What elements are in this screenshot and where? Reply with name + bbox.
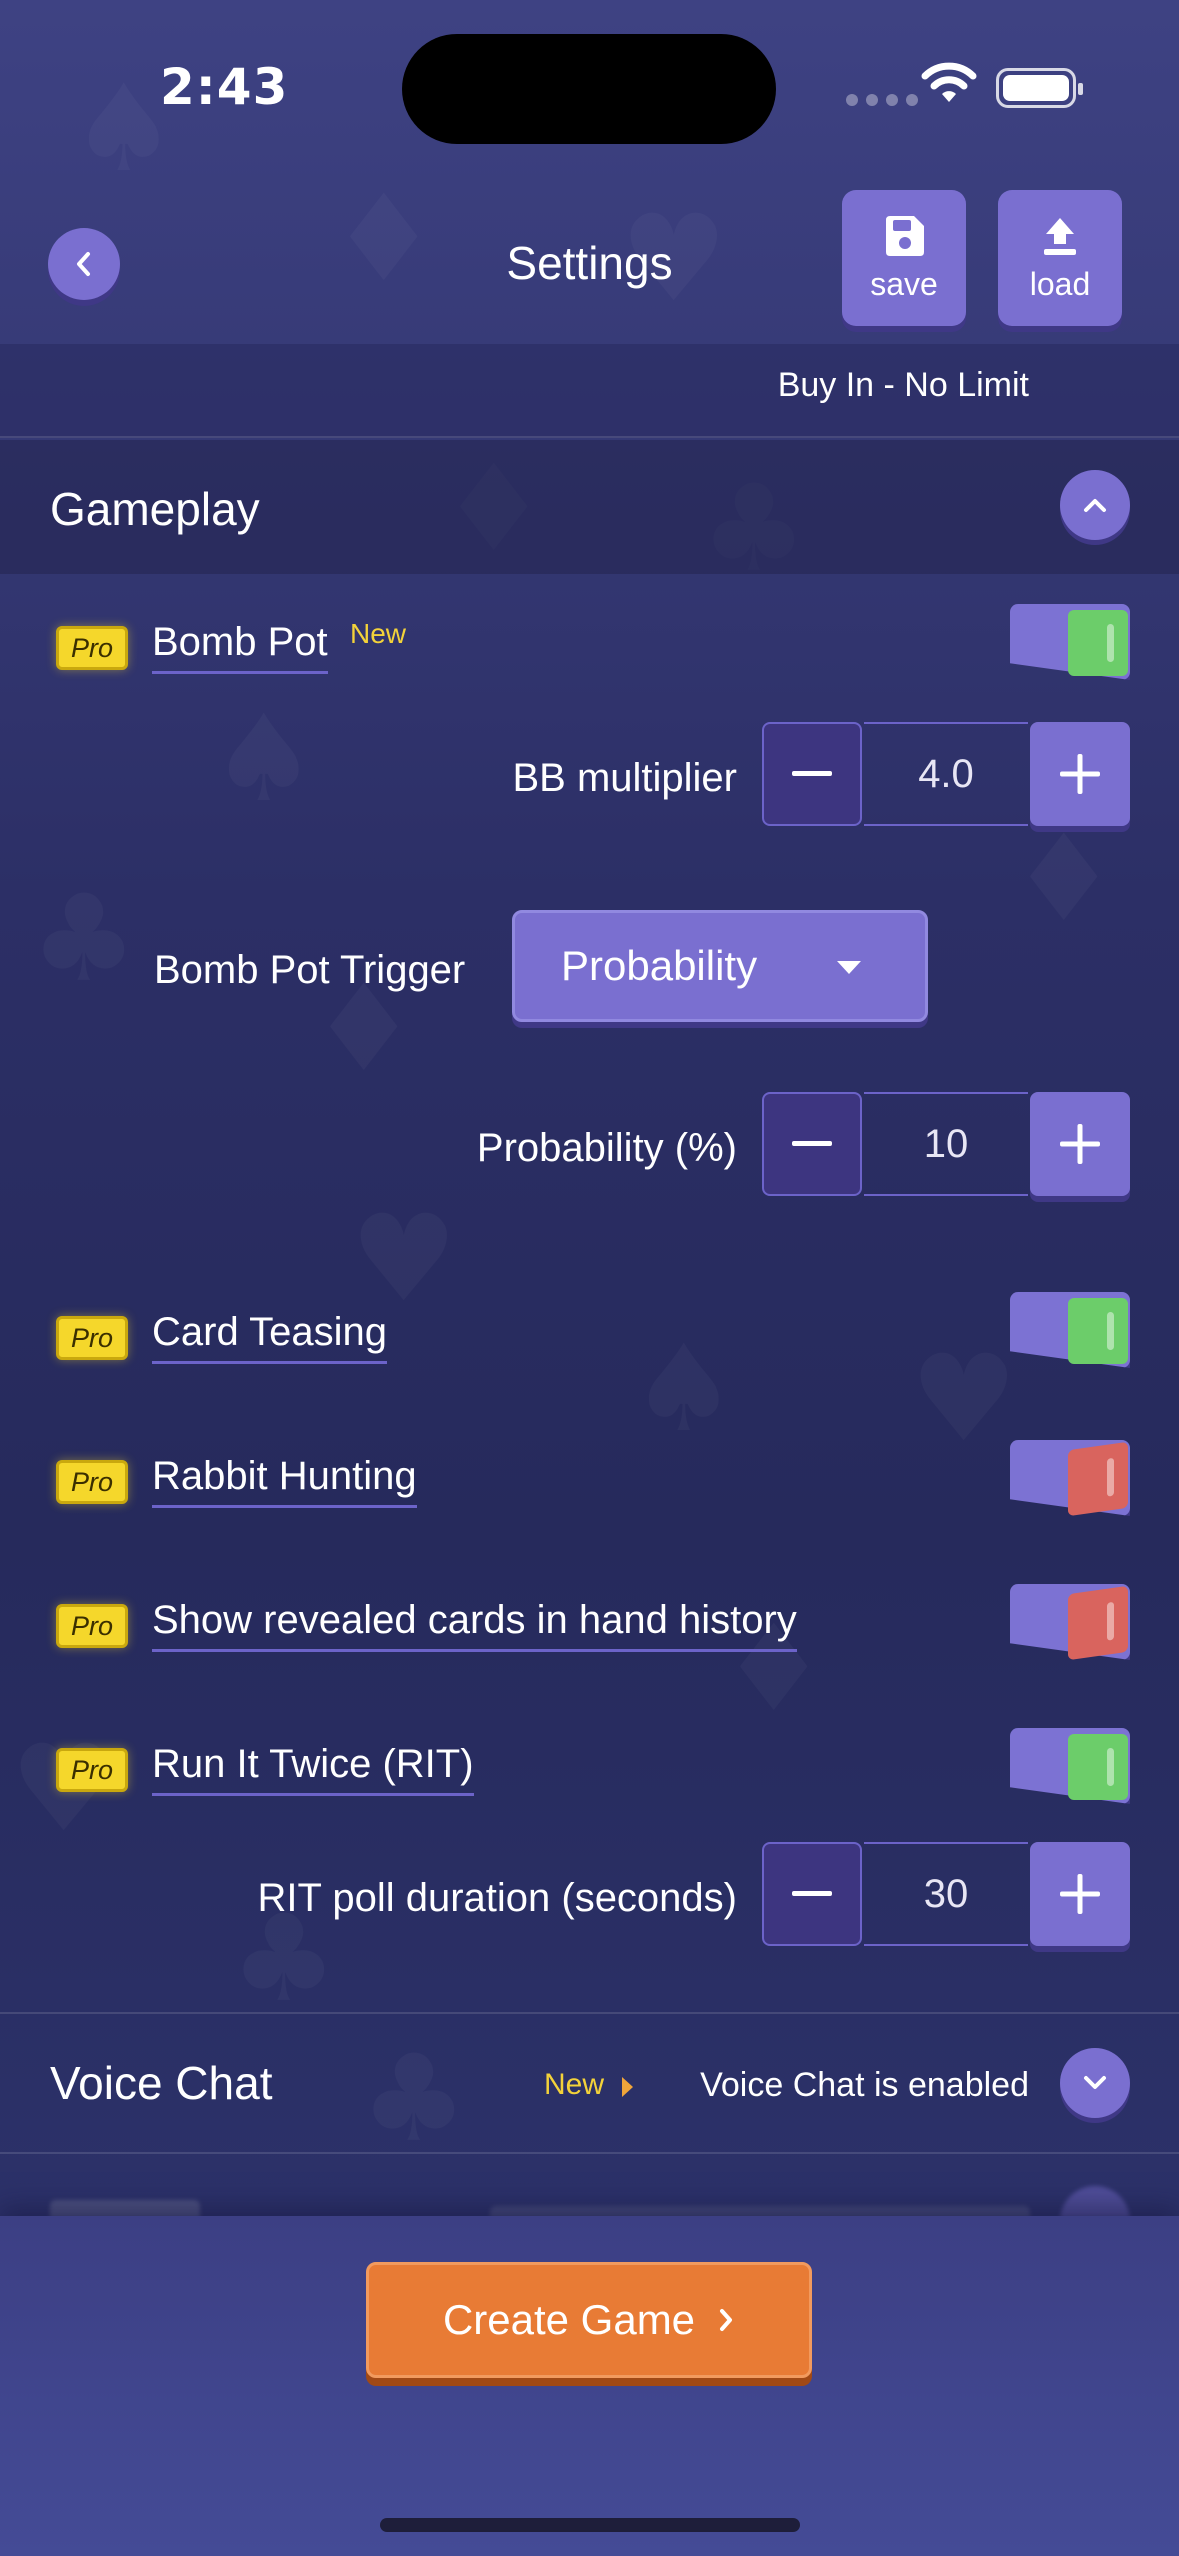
run-it-twice-label[interactable]: Run It Twice (RIT): [152, 1742, 474, 1796]
gameplay-section-header[interactable]: Gameplay: [0, 440, 1179, 574]
probability-label: Probability (%): [476, 1126, 737, 1170]
rit-poll-duration-value[interactable]: 30: [864, 1842, 1028, 1946]
rabbit-hunting-toggle[interactable]: [1010, 1440, 1130, 1517]
minus-icon: [792, 1141, 832, 1146]
pro-badge: Pro: [56, 1748, 128, 1792]
create-game-label: Create Game: [442, 2296, 696, 2343]
run-it-twice-toggle[interactable]: [1010, 1728, 1130, 1804]
bomb-pot-trigger-dropdown[interactable]: Probability: [512, 910, 928, 1022]
bb-multiplier-value[interactable]: 4.0: [864, 722, 1028, 826]
rabbit-hunting-label[interactable]: Rabbit Hunting: [152, 1454, 417, 1508]
rit-poll-duration-label: RIT poll duration (seconds): [257, 1876, 738, 1920]
gameplay-title: Gameplay: [50, 483, 260, 535]
section-divider: [0, 2152, 1179, 2154]
bomb-pot-trigger-selected: Probability: [561, 942, 758, 989]
plus-icon: [1060, 1124, 1100, 1164]
bomb-pot-label[interactable]: Bomb Pot: [152, 620, 328, 674]
buy-in-value: Buy In - No Limit: [777, 366, 1029, 404]
save-button[interactable]: save: [842, 190, 966, 326]
chevron-down-icon: [1084, 2076, 1106, 2089]
background-suit-icon: ♥: [350, 1190, 458, 1329]
wifi-icon: [921, 62, 977, 102]
load-button[interactable]: load: [998, 190, 1122, 326]
new-tag: New: [350, 618, 407, 649]
battery-icon: [996, 68, 1083, 108]
voice-chat-title[interactable]: Voice Chat: [50, 2056, 272, 2110]
pro-badge: Pro: [56, 626, 128, 670]
chevron-up-icon: [1084, 499, 1106, 512]
save-label: save: [870, 265, 938, 302]
probability-value[interactable]: 10: [864, 1092, 1028, 1196]
bomb-pot-toggle[interactable]: [1010, 604, 1130, 680]
voice-chat-status: Voice Chat is enabled: [700, 2066, 1029, 2104]
plus-icon: [1060, 1874, 1100, 1914]
load-label: load: [1029, 265, 1091, 302]
new-tag: New: [544, 2068, 605, 2101]
floppy-disk-icon: [886, 215, 924, 256]
pro-badge: Pro: [56, 1316, 128, 1360]
show-revealed-cards-toggle[interactable]: [1010, 1584, 1130, 1661]
rit-poll-duration-increment-button[interactable]: [1030, 1842, 1130, 1946]
rit-poll-duration-decrement-button[interactable]: [762, 1842, 862, 1946]
collapse-gameplay-button[interactable]: [1060, 470, 1130, 540]
plus-icon: [1060, 754, 1100, 794]
expand-voice-chat-button[interactable]: [1060, 2048, 1130, 2118]
bb-multiplier-label: BB multiplier: [512, 756, 737, 800]
section-divider: [0, 2012, 1179, 2014]
buy-in-section: Buy In - No Limit: [0, 344, 1179, 438]
upload-icon: [1044, 217, 1076, 255]
dynamic-island: [402, 34, 776, 144]
cellular-signal-icon: [846, 94, 918, 106]
background-suit-icon: ♠: [210, 690, 318, 829]
home-indicator: [380, 2518, 800, 2532]
status-time: 2:43: [160, 58, 289, 116]
bb-multiplier-increment-button[interactable]: [1030, 722, 1130, 826]
minus-icon: [792, 1891, 832, 1896]
background-suit-icon: ♥: [910, 1330, 1018, 1469]
probability-increment-button[interactable]: [1030, 1092, 1130, 1196]
arrow-right-icon: [622, 2077, 633, 2097]
chevron-right-icon: [720, 2309, 733, 2331]
card-teasing-label[interactable]: Card Teasing: [152, 1310, 387, 1364]
card-teasing-toggle[interactable]: [1010, 1292, 1130, 1368]
minus-icon: [792, 771, 832, 776]
caret-down-icon: [837, 961, 861, 974]
background-suit-icon: ♣: [360, 2030, 468, 2169]
show-revealed-cards-label[interactable]: Show revealed cards in hand history: [152, 1598, 797, 1652]
pro-badge: Pro: [56, 1604, 128, 1648]
next-section-header: [0, 2168, 1179, 2218]
background-suit-icon: ♣: [30, 870, 138, 1009]
bb-multiplier-decrement-button[interactable]: [762, 722, 862, 826]
background-suit-icon: ♦: [1010, 810, 1118, 949]
background-suit-icon: ♠: [630, 1320, 738, 1459]
bomb-pot-trigger-label: Bomb Pot Trigger: [154, 948, 466, 992]
pro-badge: Pro: [56, 1460, 128, 1504]
create-game-button[interactable]: Create Game: [366, 2262, 812, 2378]
probability-decrement-button[interactable]: [762, 1092, 862, 1196]
